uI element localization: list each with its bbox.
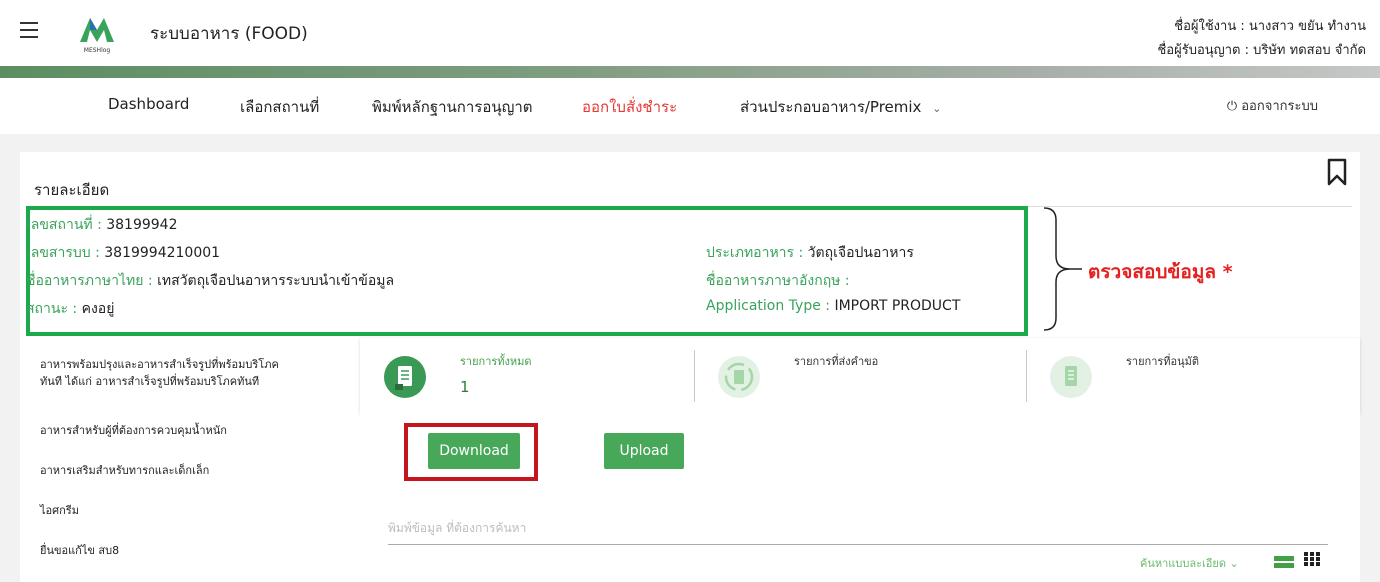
refresh-document-icon xyxy=(718,356,760,398)
stat-all-label: รายการทั้งหมด xyxy=(460,355,532,368)
power-icon: ⏻ xyxy=(1226,99,1238,114)
upload-button[interactable]: Upload xyxy=(604,433,684,469)
menu-item-ready-food[interactable]: อาหารพร้อมปรุงและอาหารสำเร็จรูปที่พร้อมบ… xyxy=(40,356,279,390)
app-type: IMPORT PRODUCT xyxy=(834,298,961,314)
app-title: ระบบอาหาร (FOOD) xyxy=(150,24,308,44)
search-input[interactable] xyxy=(388,512,1328,545)
thai-name-row: ชื่ออาหารภาษาไทย : เทสวัตถุเจือปนอาหารระ… xyxy=(26,273,395,289)
hamburger-menu-icon[interactable] xyxy=(20,22,38,38)
status-value: คงอยู่ xyxy=(81,301,115,317)
stat-approved-label: รายการที่อนุมัติ xyxy=(1126,355,1200,368)
advanced-search-toggle[interactable]: ค้นหาแบบละเอียด ⌄ xyxy=(1140,554,1239,572)
product-number: 3819994210001 xyxy=(104,245,221,261)
approved-document-icon xyxy=(1050,356,1092,398)
meshlog-logo: MESHlog xyxy=(76,14,118,54)
product-number-row: เลขสารบบ : 3819994210001 xyxy=(26,245,221,261)
logout-button[interactable]: ⏻ ออกจากระบบ xyxy=(1227,95,1318,116)
download-highlight-box xyxy=(404,423,538,481)
menu-item-ice-cream[interactable]: ไอศกรีม xyxy=(40,502,79,519)
stat-separator xyxy=(694,350,695,402)
status-row: สถานะ : คงอยู่ xyxy=(26,301,115,317)
user-name: ชื่อผู้ใช้งาน : นางสาว ขยัน ทำงาน xyxy=(1174,19,1366,34)
food-type-row: ประเภทอาหาร : วัตถุเจือปนอาหาร xyxy=(706,245,914,261)
chevron-down-icon: ⌄ xyxy=(932,102,942,115)
grid-view-icon[interactable] xyxy=(1304,551,1320,566)
brace-icon xyxy=(1042,206,1082,332)
place-number-row: เลขสถานที่ : 38199942 xyxy=(26,217,178,233)
document-icon xyxy=(384,356,426,398)
stats-bar: รายการทั้งหมด 1 รายการที่ส่งคำขอ รายการท… xyxy=(360,338,1360,414)
stat-sent-label: รายการที่ส่งคำขอ xyxy=(794,355,879,368)
licensee-name: ชื่อผู้รับอนุญาต : บริษัท ทดสอบ จำกัด xyxy=(1157,43,1366,58)
svg-text:MESHlog: MESHlog xyxy=(84,47,111,54)
main-nav: Dashboard เลือกสถานที่ พิมพ์หลักฐานการอน… xyxy=(0,78,1380,134)
nav-ingredients-premix[interactable]: ส่วนประกอบอาหาร/Premix ⌄ xyxy=(740,95,941,119)
detail-title: รายละเอียด xyxy=(34,181,110,199)
left-menu: อาหารพร้อมปรุงและอาหารสำเร็จรูปที่พร้อมบ… xyxy=(20,338,348,582)
header-band xyxy=(0,66,1380,78)
nav-dashboard[interactable]: Dashboard xyxy=(108,95,189,113)
menu-item-weight-control[interactable]: อาหารสำหรับผู้ที่ต้องการควบคุมน้ำหนัก xyxy=(40,422,227,439)
menu-item-infant-food[interactable]: อาหารเสริมสำหรับทารกและเด็กเล็ก xyxy=(40,462,209,479)
app-type-row: Application Type : IMPORT PRODUCT xyxy=(706,298,961,314)
eng-name-row: ชื่ออาหารภาษาอังกฤษ : xyxy=(706,273,850,289)
logout-label: ออกจากระบบ xyxy=(1241,99,1318,114)
place-number: 38199942 xyxy=(106,217,178,233)
nav-print-license[interactable]: พิมพ์หลักฐานการอนุญาต xyxy=(372,95,533,119)
bookmark-icon[interactable] xyxy=(1327,158,1347,186)
stat-separator xyxy=(1026,350,1027,402)
nav-ingredients-label: ส่วนประกอบอาหาร/Premix xyxy=(740,98,922,116)
food-type: วัตถุเจือปนอาหาร xyxy=(807,245,914,261)
thai-name: เทสวัตถุเจือปนอาหารระบบนำเข้าข้อมูล xyxy=(157,273,395,289)
stat-all-count: 1 xyxy=(460,378,470,396)
menu-item-edit-request[interactable]: ยื่นขอแก้ไข สบ8 xyxy=(40,542,119,559)
check-data-note: ตรวจสอบข้อมูล * xyxy=(1088,261,1233,283)
nav-payment-order[interactable]: ออกใบสั่งชำระ xyxy=(582,95,677,119)
list-view-icon[interactable] xyxy=(1274,553,1294,568)
nav-select-place[interactable]: เลือกสถานที่ xyxy=(240,95,319,119)
